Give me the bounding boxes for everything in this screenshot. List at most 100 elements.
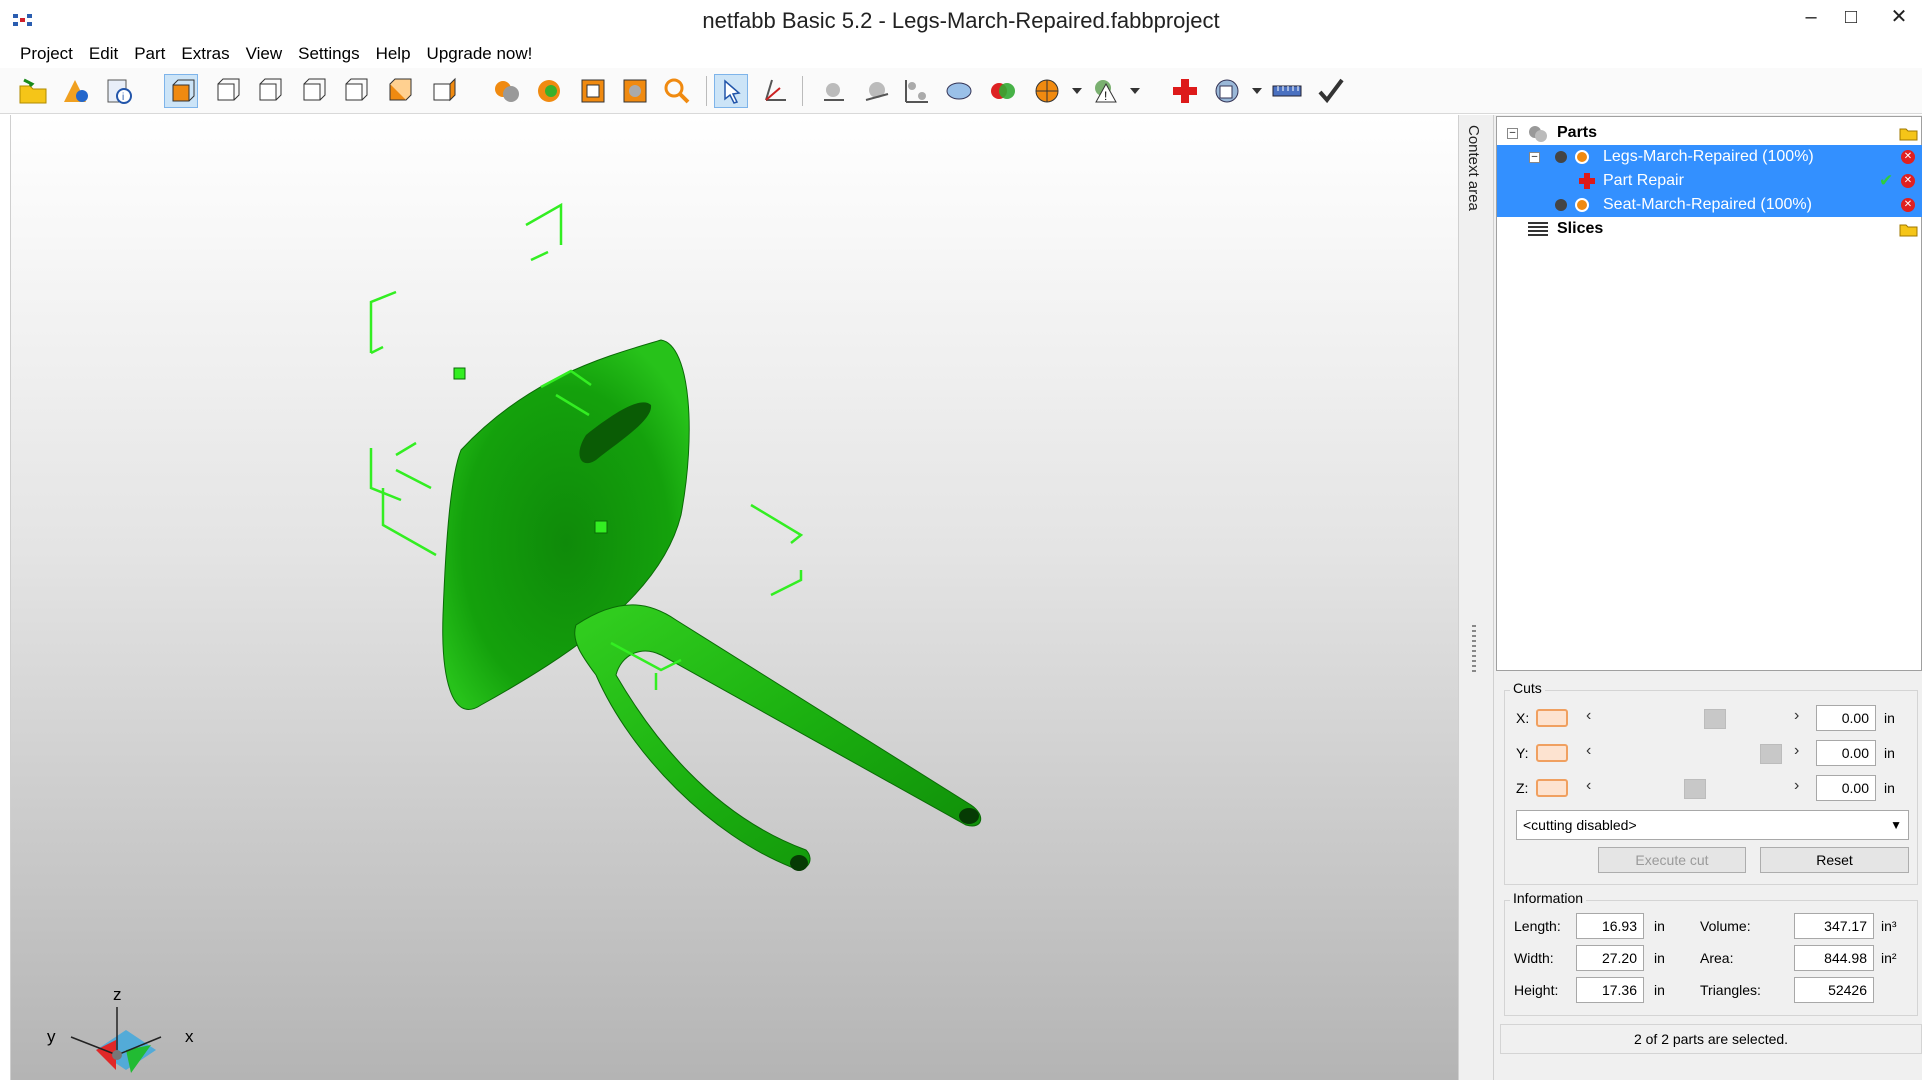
3d-viewport[interactable]: z y x <box>10 115 1458 1080</box>
folder-open-icon[interactable] <box>1899 221 1919 237</box>
seat-center-marker[interactable] <box>453 367 466 380</box>
menu-upgrade[interactable]: Upgrade now! <box>419 40 541 68</box>
menu-extras[interactable]: Extras <box>173 40 237 68</box>
boolean-icon[interactable] <box>986 74 1020 108</box>
part-dot-icon <box>1555 151 1567 163</box>
window-title: netfabb Basic 5.2 - Legs-March-Repaired.… <box>702 8 1220 33</box>
tree-slices-label: Slices <box>1557 220 1604 237</box>
axis-label-y: y <box>47 1027 56 1046</box>
cut-y-value[interactable]: 0.00 <box>1816 740 1876 766</box>
seat-model[interactable] <box>442 339 690 710</box>
tree-item-label: Part Repair <box>1603 172 1684 189</box>
analysis-dropdown-icon[interactable] <box>1252 88 1262 94</box>
cut-y-increase[interactable]: › <box>1794 742 1799 760</box>
cut-mode-select[interactable]: <cutting disabled> ▼ <box>1516 810 1909 840</box>
svg-text:!: ! <box>1104 89 1107 103</box>
part-info-icon[interactable]: i <box>102 74 136 108</box>
cut-x-decrease[interactable]: ‹ <box>1586 707 1591 725</box>
view-left-icon[interactable] <box>296 74 330 108</box>
maximize-button[interactable]: □ <box>1828 2 1874 32</box>
cut-z-decrease[interactable]: ‹ <box>1586 777 1591 795</box>
tree-root-slices[interactable]: Slices <box>1497 217 1922 241</box>
toolbar-separator <box>706 76 707 106</box>
open-project-icon[interactable] <box>16 74 50 108</box>
cut-y-slider[interactable] <box>1760 744 1782 764</box>
menu-view[interactable]: View <box>238 40 291 68</box>
analysis-icon[interactable] <box>1210 74 1244 108</box>
section-dropdown-icon[interactable] <box>1072 88 1082 94</box>
cut-y-color-swatch[interactable] <box>1536 744 1568 762</box>
warning-dropdown-icon[interactable] <box>1130 88 1140 94</box>
select-icon[interactable] <box>714 74 748 108</box>
cut-z-track[interactable] <box>1602 779 1792 799</box>
point-icon[interactable] <box>816 74 850 108</box>
information-title: Information <box>1510 890 1587 906</box>
reset-button[interactable]: Reset <box>1760 847 1909 873</box>
menu-edit[interactable]: Edit <box>81 40 126 68</box>
collapse-toggle-icon[interactable]: – <box>1529 152 1540 163</box>
cut-y-unit: in <box>1884 745 1895 761</box>
tree-item-label: Seat-March-Repaired (100%) <box>1603 196 1812 213</box>
collapse-toggle-icon[interactable]: – <box>1507 128 1518 139</box>
menu-help[interactable]: Help <box>368 40 419 68</box>
move-icon[interactable] <box>758 74 792 108</box>
remove-icon[interactable]: ✕ <box>1901 174 1915 188</box>
cut-x-track[interactable] <box>1602 709 1792 729</box>
remove-icon[interactable]: ✕ <box>1901 198 1915 212</box>
cut-z-slider[interactable] <box>1684 779 1706 799</box>
execute-cut-button[interactable]: Execute cut <box>1598 847 1746 873</box>
visible-eye-icon[interactable] <box>1575 150 1589 164</box>
wireframe-icon[interactable] <box>576 74 610 108</box>
plane-icon[interactable] <box>942 74 976 108</box>
tree-item-label: Legs-March-Repaired (100%) <box>1603 148 1814 165</box>
svg-text:i: i <box>122 92 124 103</box>
tree-item-seat[interactable]: Seat-March-Repaired (100%) ✕ <box>1497 193 1922 217</box>
height-unit: in <box>1654 982 1665 998</box>
tree-root-parts[interactable]: – Parts <box>1497 121 1922 145</box>
cut-z-color-swatch[interactable] <box>1536 779 1568 797</box>
legs-center-marker[interactable] <box>594 520 608 534</box>
cut-z-value[interactable]: 0.00 <box>1816 775 1876 801</box>
context-area-strip[interactable]: Context area <box>1458 115 1494 1080</box>
measure-icon[interactable] <box>1270 74 1304 108</box>
view-bottom-icon[interactable] <box>426 74 460 108</box>
visible-eye-icon[interactable] <box>1575 198 1589 212</box>
splitter-grip[interactable] <box>1472 625 1476 675</box>
cut-y-track[interactable] <box>1602 744 1792 764</box>
menu-settings[interactable]: Settings <box>290 40 367 68</box>
cut-y-label: Y: <box>1516 745 1529 761</box>
add-part-icon[interactable] <box>58 74 92 108</box>
axis-icon[interactable] <box>900 74 934 108</box>
legs-model[interactable] <box>574 604 981 870</box>
color-icon[interactable] <box>532 74 566 108</box>
view-3d-icon[interactable] <box>164 74 198 108</box>
cut-x-color-swatch[interactable] <box>1536 709 1568 727</box>
folder-open-icon[interactable] <box>1899 125 1919 141</box>
shading-icon[interactable] <box>490 74 524 108</box>
zoom-icon[interactable] <box>660 74 694 108</box>
volume-label: Volume: <box>1700 918 1751 934</box>
view-right-icon[interactable] <box>338 74 372 108</box>
menu-part[interactable]: Part <box>126 40 173 68</box>
cut-z-increase[interactable]: › <box>1794 777 1799 795</box>
cut-x-slider[interactable] <box>1704 709 1726 729</box>
cut-x-value[interactable]: 0.00 <box>1816 705 1876 731</box>
remove-icon[interactable]: ✕ <box>1901 150 1915 164</box>
finish-icon[interactable] <box>1314 74 1348 108</box>
area-value: 844.98 <box>1794 945 1874 971</box>
cut-y-decrease[interactable]: ‹ <box>1586 742 1591 760</box>
close-button[interactable]: ✕ <box>1876 2 1922 32</box>
warning-icon[interactable]: ! <box>1088 74 1122 108</box>
tree-item-part-repair[interactable]: Part Repair ✔ ✕ <box>1497 169 1922 193</box>
cut-x-unit: in <box>1884 710 1895 726</box>
view-top-icon[interactable] <box>382 74 416 108</box>
cut-x-increase[interactable]: › <box>1794 707 1799 725</box>
box-view-icon[interactable] <box>618 74 652 108</box>
sphere-icon[interactable] <box>860 74 894 108</box>
menu-project[interactable]: Project <box>12 40 81 68</box>
repair-icon[interactable] <box>1168 74 1202 108</box>
section-icon[interactable] <box>1030 74 1064 108</box>
tree-item-legs[interactable]: – Legs-March-Repaired (100%) ✕ <box>1497 145 1922 169</box>
view-back-icon[interactable] <box>252 74 286 108</box>
view-front-icon[interactable] <box>210 74 244 108</box>
